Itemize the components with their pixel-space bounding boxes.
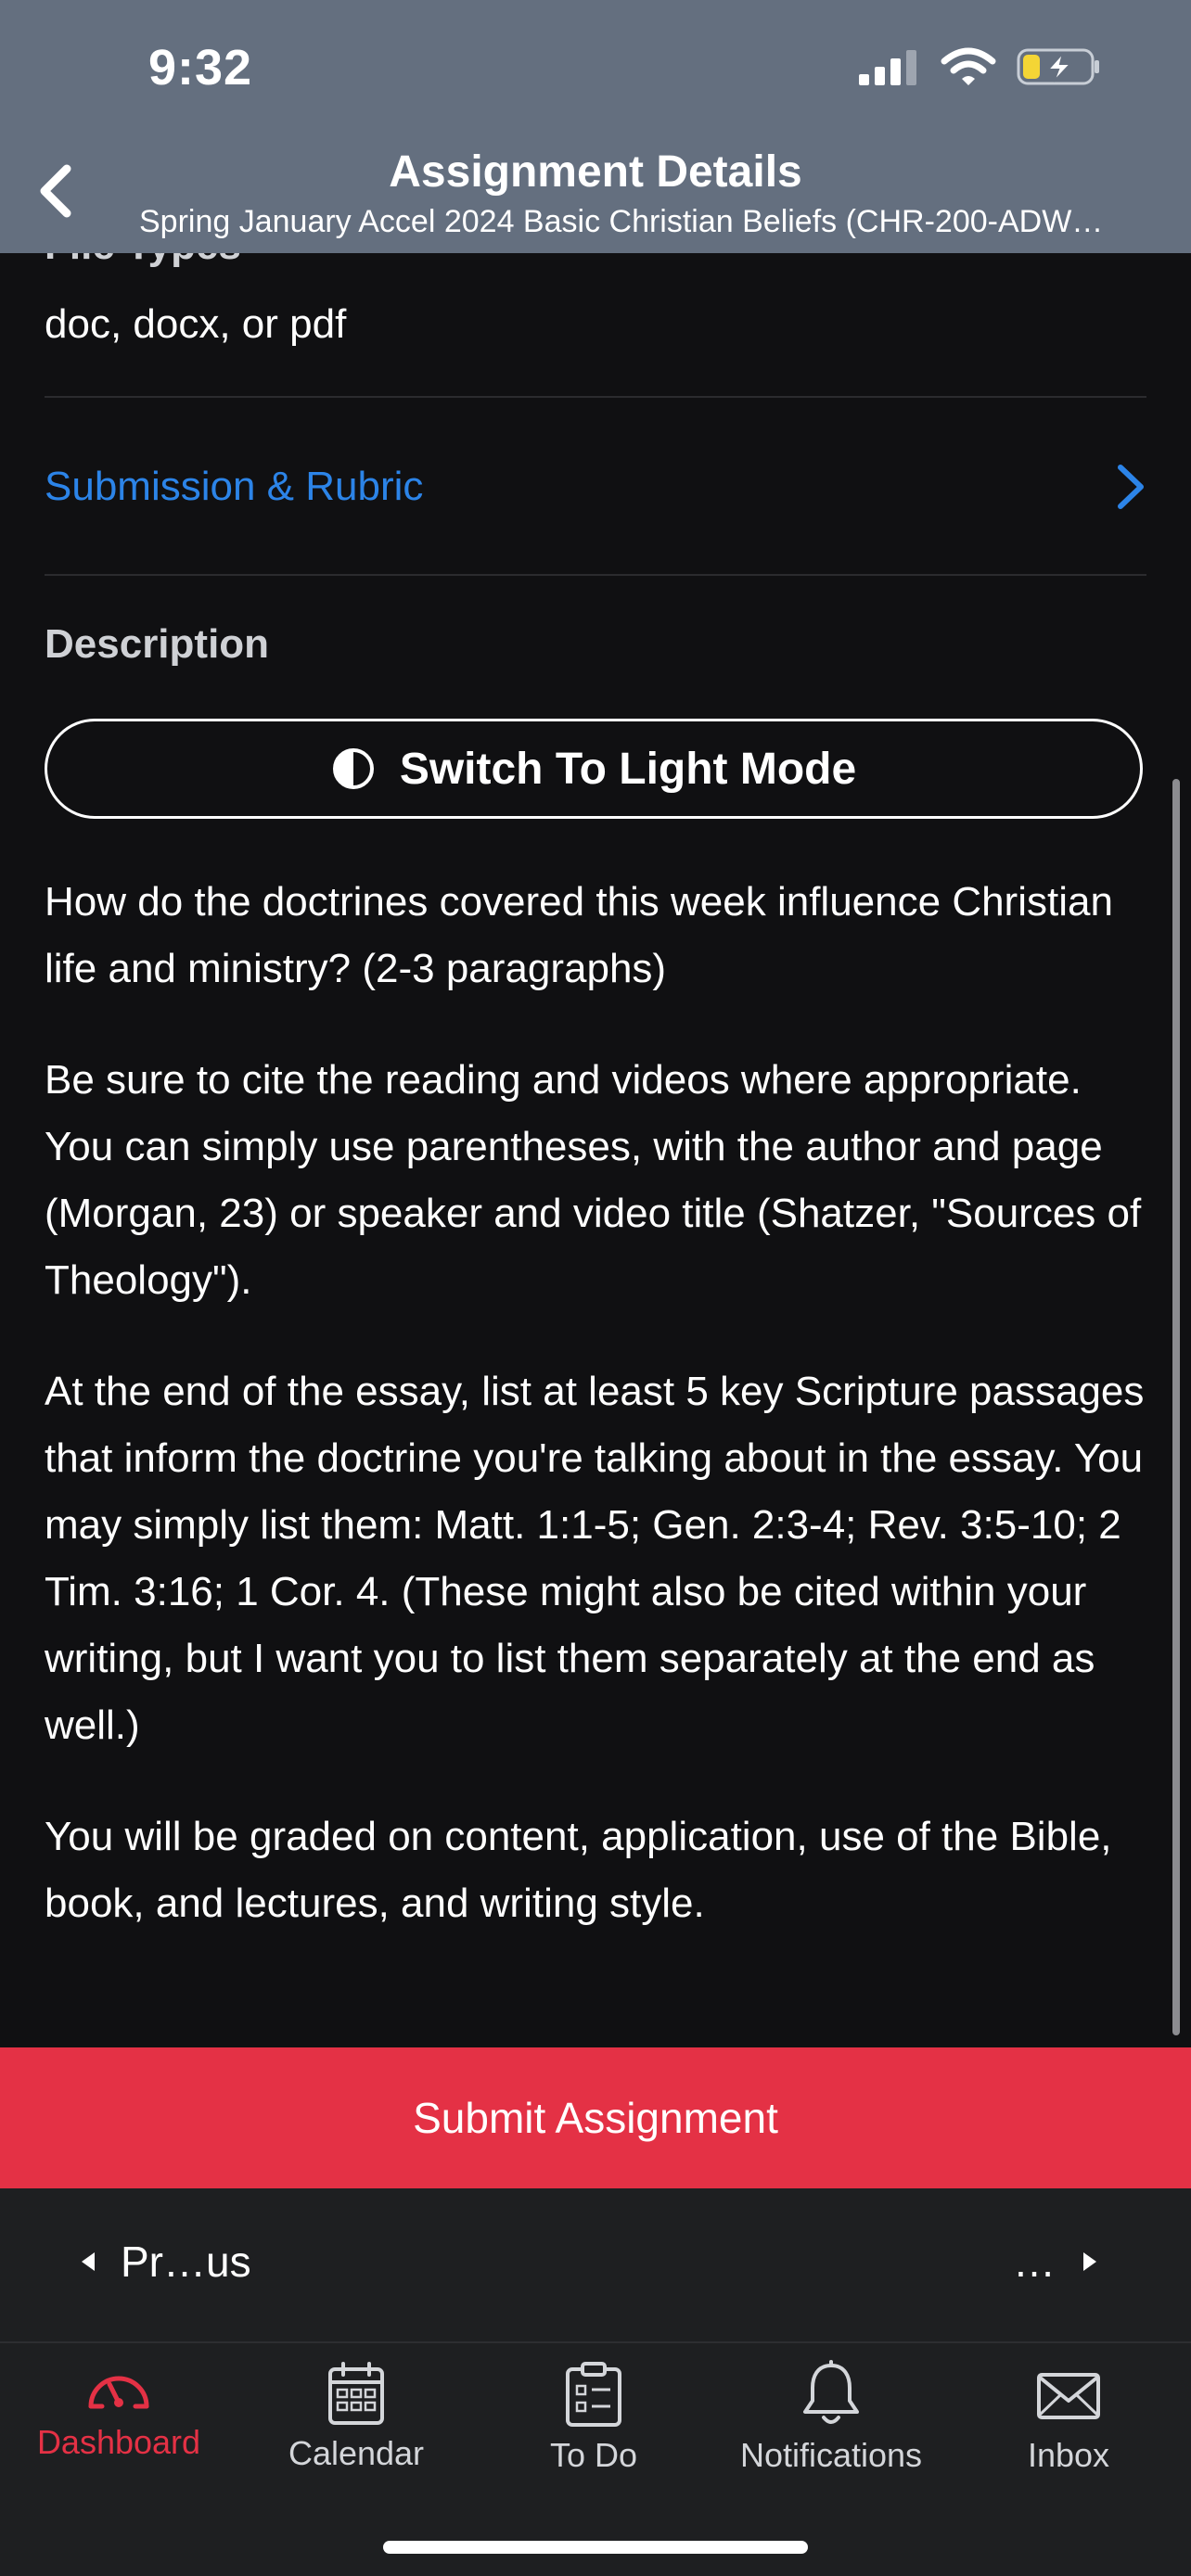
tab-label: To Do xyxy=(549,2436,638,2474)
envelope-icon xyxy=(1037,2373,1100,2419)
previous-button[interactable]: Pr…us xyxy=(80,2237,251,2287)
tab-inbox[interactable]: Inbox xyxy=(950,2360,1187,2475)
tab-todo[interactable]: To Do xyxy=(475,2360,712,2475)
tab-notifications[interactable]: Notifications xyxy=(712,2360,950,2475)
status-time: 9:32 xyxy=(148,40,253,96)
home-indicator[interactable] xyxy=(383,2541,808,2554)
scrollbar[interactable] xyxy=(1172,779,1180,2035)
tab-dashboard[interactable]: Dashboard xyxy=(0,2360,237,2462)
tab-calendar[interactable]: Calendar xyxy=(237,2360,475,2473)
wifi-icon xyxy=(941,47,996,85)
contrast-icon xyxy=(332,748,374,789)
file-types-value: doc, docx, or pdf xyxy=(45,301,347,347)
assignment-content[interactable]: File Types doc, docx, or pdf Submission … xyxy=(0,0,1191,2047)
submit-assignment-button[interactable]: Submit Assignment xyxy=(0,2047,1191,2188)
triangle-left-icon xyxy=(82,2252,95,2271)
divider xyxy=(45,574,1146,576)
cellular-signal-icon xyxy=(859,50,916,85)
status-icons xyxy=(857,46,1102,87)
description-label: Description xyxy=(45,621,270,667)
next-button[interactable]: … xyxy=(1013,2237,1098,2287)
description-paragraph: Be sure to cite the reading and videos w… xyxy=(45,1057,1142,1303)
todo-icon xyxy=(566,2362,621,2427)
tab-label: Dashboard xyxy=(36,2423,201,2461)
submission-rubric-label: Submission & Rubric xyxy=(45,464,424,509)
previous-label: Pr…us xyxy=(121,2238,251,2286)
assignment-pager: Pr…us … xyxy=(0,2188,1191,2341)
triangle-right-icon xyxy=(1083,2252,1096,2271)
calendar-icon xyxy=(328,2362,384,2425)
divider xyxy=(45,396,1146,398)
description-paragraph: At the end of the essay, list at least 5… xyxy=(45,1369,1145,1748)
tab-label: Notifications xyxy=(739,2436,923,2474)
description-paragraph: You will be graded on content, applicati… xyxy=(45,1814,1112,1926)
description-paragraph: How do the doctrines covered this week i… xyxy=(45,879,1113,991)
next-label: … xyxy=(1013,2238,1056,2286)
switch-light-mode-label: Switch To Light Mode xyxy=(399,744,857,794)
bell-icon xyxy=(803,2360,859,2424)
chevron-right-icon xyxy=(1118,465,1144,509)
switch-light-mode-button[interactable]: Switch To Light Mode xyxy=(45,719,1143,819)
battery-charging-icon xyxy=(1017,48,1099,85)
page-title: Assignment Details xyxy=(389,147,802,197)
submission-rubric-link[interactable]: Submission & Rubric xyxy=(45,445,1146,529)
nav-header: 9:32 Assignment Details Spring January A… xyxy=(0,0,1191,253)
tab-label: Calendar xyxy=(288,2434,425,2472)
course-subtitle: Spring January Accel 2024 Basic Christia… xyxy=(139,204,1104,239)
dashboard-icon xyxy=(88,2376,149,2409)
tab-label: Inbox xyxy=(1027,2436,1110,2474)
